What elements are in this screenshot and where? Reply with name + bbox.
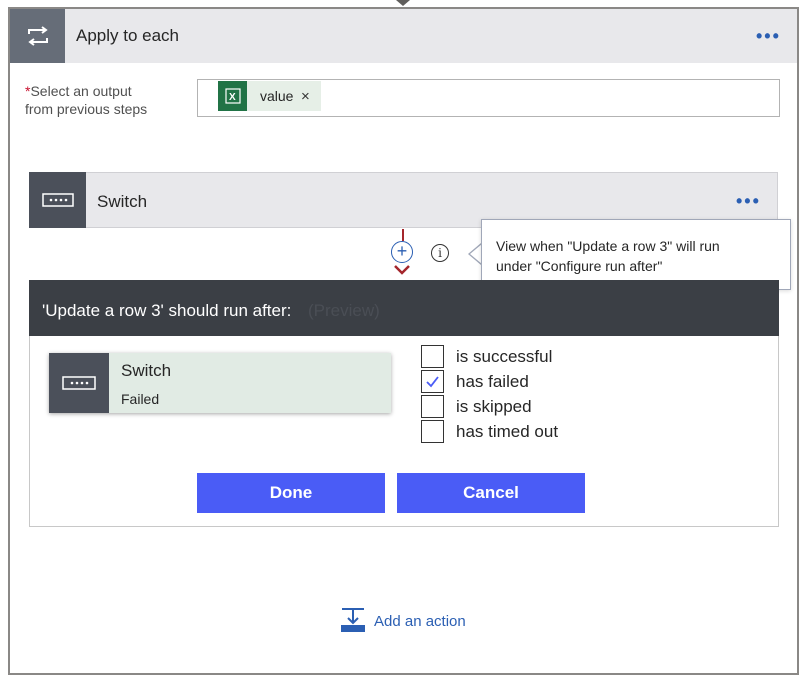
remove-token-button[interactable]: × xyxy=(301,88,310,105)
value-token-label: value xyxy=(260,88,294,104)
switch-icon xyxy=(29,172,86,228)
add-action-icon[interactable] xyxy=(340,607,368,635)
switch-menu-button[interactable]: ••• xyxy=(736,191,761,212)
tooltip-line2: under "Configure run after" xyxy=(496,258,663,274)
preview-badge: (Preview) xyxy=(308,301,380,320)
connector-arrow-top xyxy=(396,0,410,6)
run-after-title: 'Update a row 3' should run after: xyxy=(42,301,292,320)
switch-title: Switch xyxy=(97,192,148,211)
switch-icon xyxy=(49,353,109,413)
add-action-link[interactable]: Add an action xyxy=(374,613,466,630)
checkbox[interactable] xyxy=(421,395,444,418)
option-label: is skipped xyxy=(456,397,532,416)
select-output-label-line2: from previous steps xyxy=(25,101,148,117)
connector-line xyxy=(402,229,404,241)
apply-to-each-menu-button[interactable]: ••• xyxy=(756,26,781,47)
checkbox[interactable] xyxy=(421,345,444,368)
checkbox-checked[interactable] xyxy=(421,370,444,393)
chevron-down-icon xyxy=(394,265,410,275)
loop-icon xyxy=(10,9,65,63)
apply-to-each-title: Apply to each xyxy=(76,26,180,45)
checkmark-icon xyxy=(426,376,439,388)
tooltip-line1: View when "Update a row 3" will run xyxy=(496,238,720,254)
option-label: has timed out xyxy=(456,422,559,441)
option-label: has failed xyxy=(456,372,529,391)
insert-step-button[interactable]: + xyxy=(391,241,413,263)
select-output-label: *Select an output from previous steps xyxy=(25,82,147,118)
option-label: is successful xyxy=(456,347,553,366)
excel-icon: X xyxy=(218,81,247,111)
switch-node-status: Failed xyxy=(121,391,160,407)
select-output-label-line1: Select an output xyxy=(30,83,132,99)
checkbox[interactable] xyxy=(421,420,444,443)
switch-node-title: Switch xyxy=(121,361,172,380)
cancel-button[interactable]: Cancel xyxy=(397,473,585,513)
svg-text:X: X xyxy=(229,92,236,103)
done-button[interactable]: Done xyxy=(197,473,385,513)
info-icon[interactable]: i xyxy=(431,244,449,262)
